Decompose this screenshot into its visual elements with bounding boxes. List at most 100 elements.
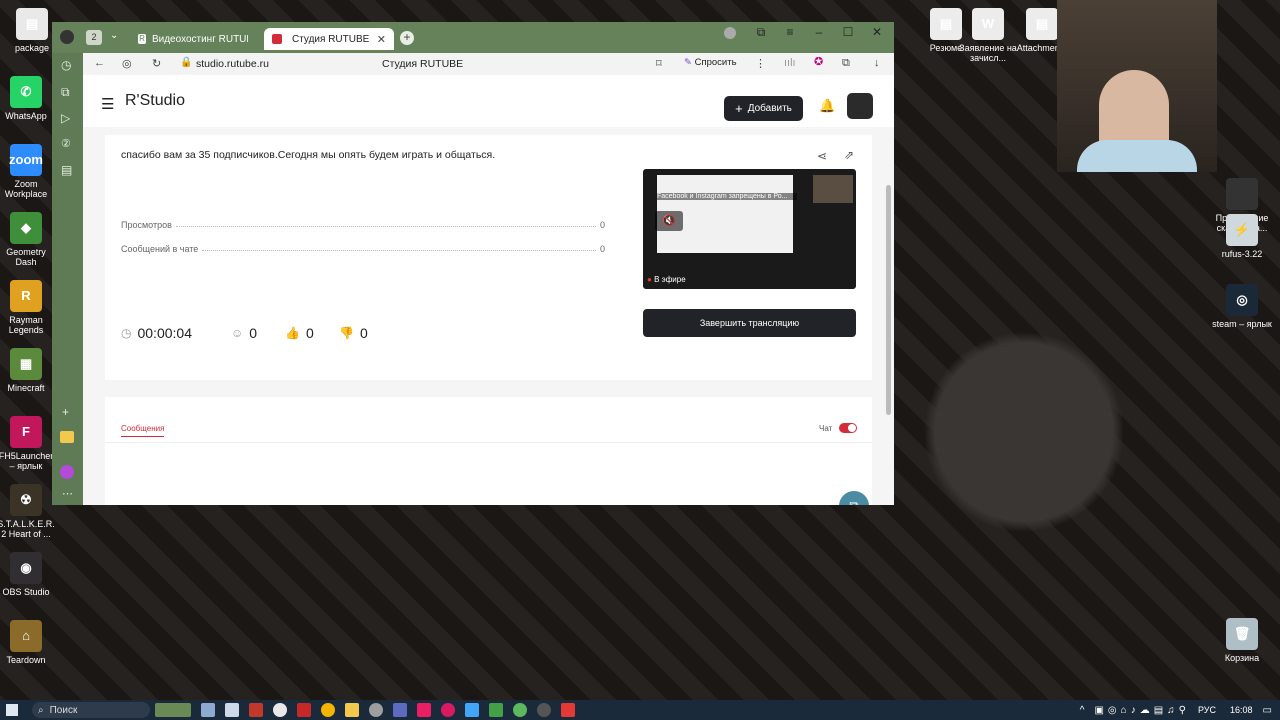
left-icon-1[interactable]: ✆ WhatsApp <box>0 76 56 121</box>
bookmark-icon[interactable]: ⌑ <box>656 57 662 70</box>
likes-value: 0 <box>305 325 314 341</box>
new-tab-button[interactable]: + <box>400 31 414 45</box>
tab-count-badge[interactable]: 2 <box>86 30 102 45</box>
left-icon-9[interactable]: ⌂ Teardown <box>0 620 56 665</box>
chat-toggle[interactable] <box>839 423 857 433</box>
tray-icons[interactable]: ▣◎⌂♪☁▤♫⚲ <box>1094 705 1190 716</box>
taskbar-calendar-icon[interactable] <box>225 703 239 717</box>
messages-tab[interactable]: Сообщения <box>121 424 165 437</box>
taskbar-people-icon[interactable] <box>201 703 215 717</box>
taskbar-browser-icon[interactable] <box>273 703 287 717</box>
app-label: OBS Studio <box>2 587 50 597</box>
mail-icon[interactable] <box>60 431 74 443</box>
download-arrow-icon[interactable]: ↓ <box>874 57 880 69</box>
right-icon-4[interactable]: ⚡ rufus-3.22 <box>1212 214 1272 259</box>
search-icon: ⌕ <box>38 704 44 716</box>
duration-metric: ◷ 00:00:04 <box>121 325 192 341</box>
taskbar-record-icon[interactable] <box>441 703 455 717</box>
taskbar-camera-icon[interactable] <box>561 703 575 717</box>
chat-label: Чат <box>819 424 833 433</box>
plus-icon: + <box>735 101 743 116</box>
taskbar-landscape-icon[interactable] <box>155 703 191 717</box>
mute-icon[interactable]: 🔇 <box>655 211 683 231</box>
left-icon-6[interactable]: F FH5Launcher – ярлык <box>0 416 56 471</box>
url-text[interactable]: studio.rutube.ru <box>196 58 269 70</box>
collections-icon[interactable]: ⧉ <box>842 57 850 70</box>
maximize-icon[interactable]: ☐ <box>835 25 861 39</box>
minimize-icon[interactable]: – <box>806 25 832 39</box>
hamburger-menu-icon[interactable]: ☰ <box>101 95 114 113</box>
app-label: Teardown <box>6 655 46 665</box>
end-stream-button[interactable]: Завершить трансляцию <box>643 309 856 337</box>
live-dot-icon: ● <box>647 275 652 284</box>
avatar[interactable] <box>847 93 873 119</box>
extension-icon[interactable]: ✪ <box>814 55 823 68</box>
app-label: FH5Launcher – ярлык <box>0 451 54 471</box>
taskbar-green-icon[interactable] <box>489 703 503 717</box>
bell-icon[interactable]: 🔔 <box>819 98 835 114</box>
page-scrollbar[interactable] <box>886 185 891 415</box>
close-tab-icon[interactable]: ✕ <box>377 33 386 46</box>
taskbar-settings-icon[interactable] <box>369 703 383 717</box>
history-icon[interactable]: ◷ <box>61 58 71 72</box>
tab-label: Студия RUTUBE <box>292 33 370 45</box>
left-icon-8[interactable]: ◉ OBS Studio <box>0 552 56 597</box>
back-icon[interactable]: ← <box>94 57 105 69</box>
add-button[interactable]: + Добавить <box>724 96 803 121</box>
language-indicator[interactable]: РУС <box>1198 705 1216 715</box>
taskbar-editor-icon[interactable] <box>393 703 407 717</box>
taskbar-video-icon[interactable] <box>417 703 431 717</box>
webcam-overlay <box>1057 0 1217 172</box>
stream-preview[interactable]: Facebook и Instagram запрещены в Ро... 🔇… <box>643 169 856 289</box>
open-external-icon[interactable]: ⇗ <box>844 148 854 162</box>
tab-rutube-video[interactable]: R Видеохостинг RUTUBE. С <box>130 28 256 50</box>
taskbar-folder-icon[interactable] <box>345 703 359 717</box>
start-icon[interactable] <box>6 704 18 716</box>
notes-icon[interactable]: ▤ <box>61 163 72 177</box>
app-icon: 🗑 <box>1226 618 1258 650</box>
more-icon[interactable]: ⋮ <box>755 57 766 70</box>
alice-icon[interactable] <box>60 465 74 479</box>
ask-button[interactable]: ✎ Спросить <box>684 57 737 68</box>
lock-icon: 🔒 <box>180 57 193 68</box>
bookmark-window-icon[interactable]: ⧉ <box>748 25 774 40</box>
left-icon-5[interactable]: ▦ Minecraft <box>0 348 56 393</box>
menu-icon[interactable]: ≡ <box>777 25 803 39</box>
left-icon-2[interactable]: zoom Zoom Workplace <box>0 144 56 199</box>
tab-list-chevron-icon[interactable]: ⌄ <box>110 30 118 41</box>
taskbar-obs-icon[interactable] <box>537 703 551 717</box>
tab-rutube-studio[interactable]: Студия RUTUBE ✕ <box>264 28 394 50</box>
taskbar-64-icon[interactable] <box>297 703 311 717</box>
downloads-icon[interactable] <box>724 27 736 39</box>
add-panel-icon[interactable]: + <box>62 405 69 419</box>
right-icon-5[interactable]: ◎ steam – ярлык <box>1212 284 1272 329</box>
reload-icon[interactable]: ↻ <box>152 57 161 70</box>
player-icon[interactable]: ▷ <box>61 111 70 125</box>
notification-icon[interactable]: ▭ <box>1263 705 1272 716</box>
sidebar-more-icon[interactable]: ⋯ <box>62 487 73 500</box>
taskbar-xbox-icon[interactable] <box>513 703 527 717</box>
live-label: В эфире <box>654 275 686 284</box>
tray-chevron-icon[interactable]: ^ <box>1080 705 1085 716</box>
clock-icon: ◷ <box>121 326 132 340</box>
close-window-icon[interactable]: ✕ <box>864 25 890 39</box>
left-icon-4[interactable]: R Rayman Legends <box>0 280 56 335</box>
left-icon-7[interactable]: ☢ S.T.A.L.K.E.R. 2 Heart of ... <box>0 484 56 539</box>
taskbar-docs-icon[interactable] <box>465 703 479 717</box>
reader-icon[interactable]: ◎ <box>122 57 132 70</box>
share-icon[interactable]: ⋖ <box>817 149 827 163</box>
right-icon-6[interactable]: 🗑 Корзина <box>1212 618 1272 663</box>
profile-avatar[interactable] <box>60 30 74 44</box>
taskbar-chrome-icon[interactable] <box>321 703 335 717</box>
collections-sidebar-icon[interactable]: ⧉ <box>61 85 70 100</box>
studio-logo[interactable]: R'Studio <box>125 92 185 110</box>
left-icon-3[interactable]: ◆ Geometry Dash <box>0 212 56 267</box>
right-icon-1[interactable]: W Заявление на зачисл... <box>958 8 1018 63</box>
counter-icon[interactable]: ② <box>61 137 71 150</box>
audio-icon[interactable]: ıılı <box>784 57 796 69</box>
taskbar-app-icon[interactable] <box>249 703 263 717</box>
search-box[interactable]: ⌕ Поиск <box>32 702 150 718</box>
support-chat-icon[interactable]: ⧉ <box>839 491 869 505</box>
webcam-shirt <box>1077 140 1197 172</box>
clock[interactable]: 16:08 <box>1230 705 1253 715</box>
